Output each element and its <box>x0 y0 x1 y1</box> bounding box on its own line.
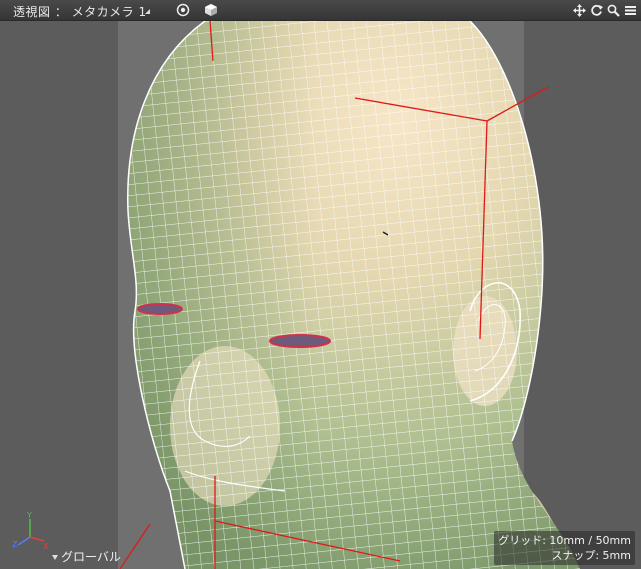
move-icon[interactable] <box>572 2 586 18</box>
dropdown-arrow-icon <box>52 555 58 560</box>
snap-info: スナップ: 5mm <box>551 549 631 562</box>
axis-x-label: X <box>43 542 49 551</box>
axis-y-label: Y <box>26 511 32 520</box>
coordinate-system-dropdown[interactable]: グローバル <box>52 548 121 565</box>
grid-snap-info: グリッド: 10mm / 50mm スナップ: 5mm <box>494 531 635 565</box>
view-header: 透視図 ： メタカメラ 1 <box>0 0 641 21</box>
view-title[interactable]: 透視図 ： メタカメラ 1 <box>13 3 147 20</box>
target-icon[interactable] <box>175 2 191 18</box>
cube-icon[interactable] <box>203 2 219 18</box>
grid-info: グリッド: 10mm / 50mm <box>498 534 631 547</box>
rotate-icon[interactable] <box>589 2 603 18</box>
head-model[interactable] <box>0 21 641 569</box>
axis-z-label: Z <box>12 540 18 549</box>
menu-icon[interactable] <box>623 2 637 18</box>
coordinate-system-label: グローバル <box>61 550 121 564</box>
axis-gizmo: Y X Z <box>12 511 50 551</box>
zoom-icon[interactable] <box>606 2 620 18</box>
resize-corner-icon[interactable] <box>145 9 150 14</box>
3d-viewport[interactable]: Y X Z グローバル グリッド: 10mm / 50mm スナップ: 5mm <box>0 21 641 569</box>
